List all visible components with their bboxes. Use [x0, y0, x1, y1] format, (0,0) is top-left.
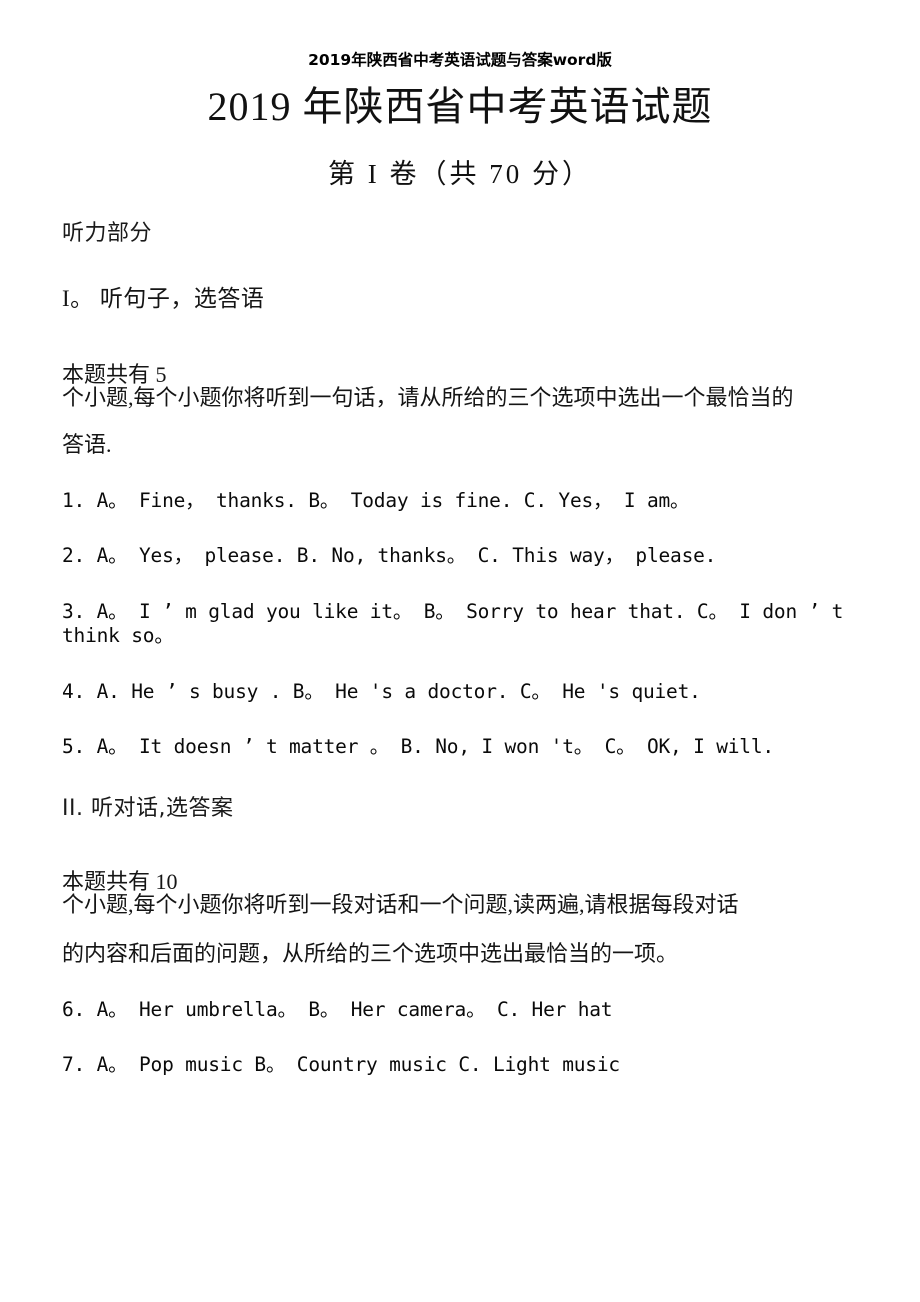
- question-item: 1. A。 Fine， thanks. B。 Today is fine. C.…: [62, 488, 690, 512]
- document-body: 听力部分 I。 听句子，选答语 本题共有 5 个小题,每个小题你将听到一句话，请…: [62, 222, 858, 1077]
- page-title: 2019 年陕西省中考英语试题: [207, 84, 713, 129]
- paper-part-heading: 第 I 卷（共 70 分）: [328, 159, 592, 189]
- question-item: 7. A。 Pop music B。 Country music C. Ligh…: [62, 1053, 620, 1077]
- section-two-instruction-body: 个小题,每个小题你将听到一段对话和一个问题,读两遍,请根据每段对话: [62, 892, 739, 918]
- question-item: 2. A。 Yes， please. B. No, thanks。 C. Thi…: [62, 544, 717, 568]
- section-one-instruction-tail: 答语.: [62, 432, 112, 458]
- section-two-instruction-tail: 的内容和后面的问题，从所给的三个选项中选出最恰当的一项。: [62, 941, 679, 967]
- section-two-instruction-lead: 本题共有 10: [62, 869, 178, 895]
- running-head: 2019年陕西省中考英语试题与答案word版: [308, 51, 612, 69]
- section-one-instruction-lead: 本题共有 5: [62, 362, 167, 388]
- question-item: 3. A。 I ’ m glad you like it。 B。 Sorry t…: [62, 600, 855, 647]
- document-page: 2019年陕西省中考英语试题与答案word版 2019 年陕西省中考英语试题 第…: [0, 0, 920, 1302]
- section-heading-two: II. 听对话,选答案: [62, 796, 234, 822]
- question-item: 5. A。 It doesn ’ t matter 。 B. No, I won…: [62, 735, 774, 759]
- listening-part-label: 听力部分: [62, 221, 153, 246]
- section-one-instruction-body: 个小题,每个小题你将听到一句话，请从所给的三个选项中选出一个最恰当的: [62, 385, 794, 411]
- question-item: 6. A。 Her umbrella。 B。 Her camera。 C. He…: [62, 997, 613, 1021]
- section-heading-one: I。 听句子，选答语: [62, 286, 265, 312]
- question-item: 4. A. He ’ s busy . B。 He 's a doctor. C…: [62, 679, 701, 703]
